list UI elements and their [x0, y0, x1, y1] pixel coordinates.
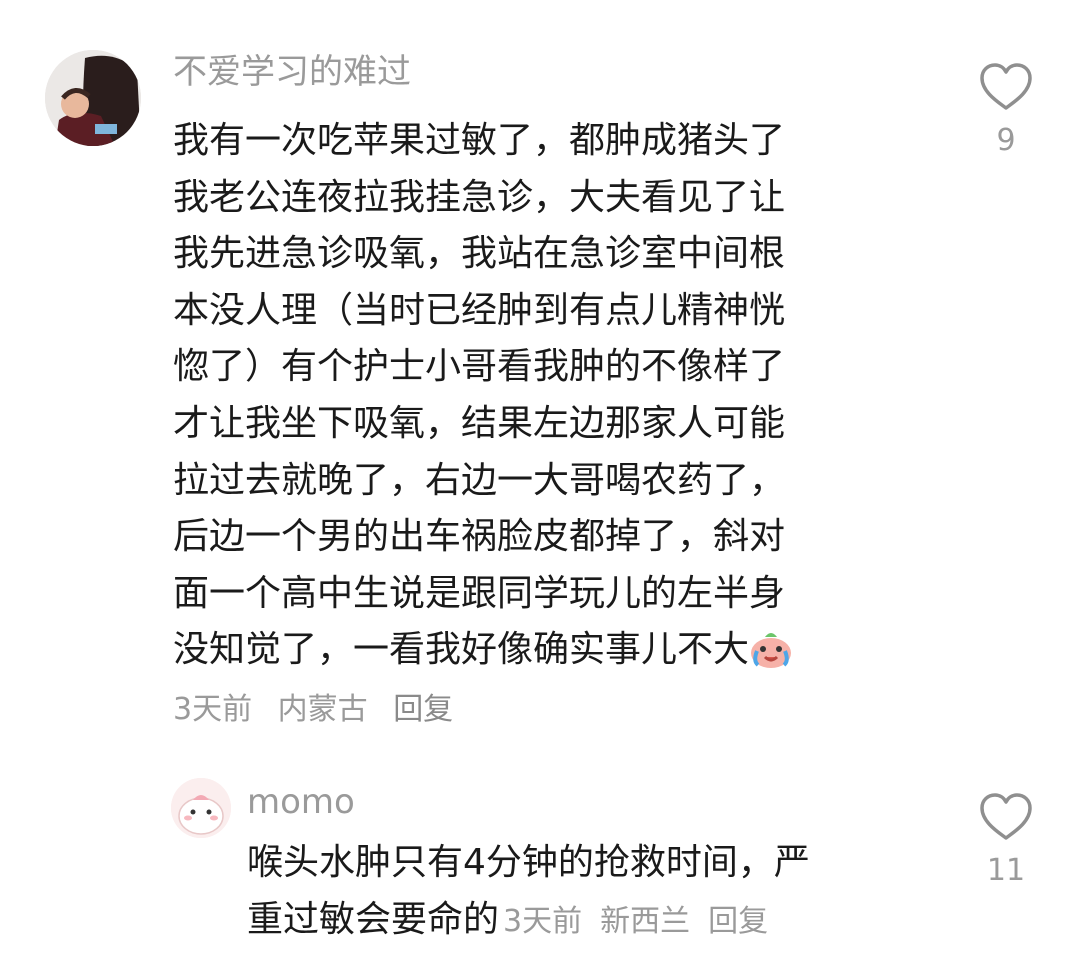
- comment-line: 我先进急诊吸氧，我站在急诊室中间根: [173, 233, 786, 275]
- comment-location: 新西兰: [600, 903, 691, 939]
- comment-text: 喉头水肿只有4分钟的抢救时间，严 重过敏会要命的 3天前 新西兰 回复: [247, 835, 810, 948]
- like-count: 11: [986, 853, 1026, 888]
- comment-line: 惚了）有个护士小哥看我肿的不像样了: [173, 346, 786, 388]
- comment-line: 面一个高中生说是跟同学玩儿的左半身: [173, 572, 786, 614]
- like-button[interactable]: 11: [971, 792, 1041, 888]
- comment-meta: 3天前 内蒙古 回复: [173, 690, 469, 730]
- comment-line: 我有一次吃苹果过敏了，都肿成猪头了: [173, 120, 786, 161]
- comment-text: 我有一次吃苹果过敏了，都肿成猪头了 我老公连夜拉我挂急诊，大夫看见了让 我先进急…: [173, 113, 793, 679]
- avatar[interactable]: [45, 50, 141, 146]
- comment-line: 没知觉了，一看我好像确实事儿不大: [173, 622, 793, 679]
- crying-face-emoji: [749, 629, 793, 687]
- reply-button[interactable]: 回复: [708, 904, 768, 939]
- comment-meta: 3天前 新西兰 回复: [499, 904, 782, 939]
- username[interactable]: momo: [247, 782, 355, 822]
- avatar-image: [171, 778, 231, 838]
- comment-line: 我老公连夜拉我挂急诊，大夫看见了让: [173, 176, 786, 218]
- comment-line-text: 重过敏会要命的: [247, 898, 500, 940]
- comment-item: 不爱学习的难过 我有一次吃苹果过敏了，都肿成猪头了 我老公连夜拉我挂急诊，大夫看…: [0, 0, 1080, 760]
- comment-time: 3天前: [173, 692, 253, 727]
- comment-line: 拉过去就晚了，右边一大哥喝农药了，: [173, 459, 786, 501]
- like-button[interactable]: 9: [971, 62, 1041, 158]
- avatar[interactable]: [171, 778, 231, 838]
- comment-line: 后边一个男的出车祸脸皮都掉了，斜对: [173, 516, 786, 558]
- reply-button[interactable]: 回复: [393, 692, 453, 727]
- comment-time: 3天前: [503, 903, 583, 939]
- heart-outline-icon: [980, 793, 1032, 840]
- comment-line: 才让我坐下吸氧，结果左边那家人可能: [173, 402, 786, 444]
- like-count: 9: [996, 123, 1016, 158]
- comment-line: 喉头水肿只有4分钟的抢救时间，严: [247, 842, 810, 883]
- comment-location: 内蒙古: [277, 692, 368, 727]
- comment-line: 本没人理（当时已经肿到有点儿精神恍: [173, 289, 786, 331]
- comment-line: 重过敏会要命的 3天前 新西兰 回复: [247, 892, 810, 949]
- heart-outline-icon: [980, 63, 1032, 110]
- reply-comment-item: momo 喉头水肿只有4分钟的抢救时间，严 重过敏会要命的 3天前 新西兰 回复 11: [0, 760, 1080, 955]
- avatar-image: [45, 50, 141, 146]
- comment-line-text: 没知觉了，一看我好像确实事儿不大: [173, 629, 750, 671]
- username[interactable]: 不爱学习的难过: [173, 52, 411, 92]
